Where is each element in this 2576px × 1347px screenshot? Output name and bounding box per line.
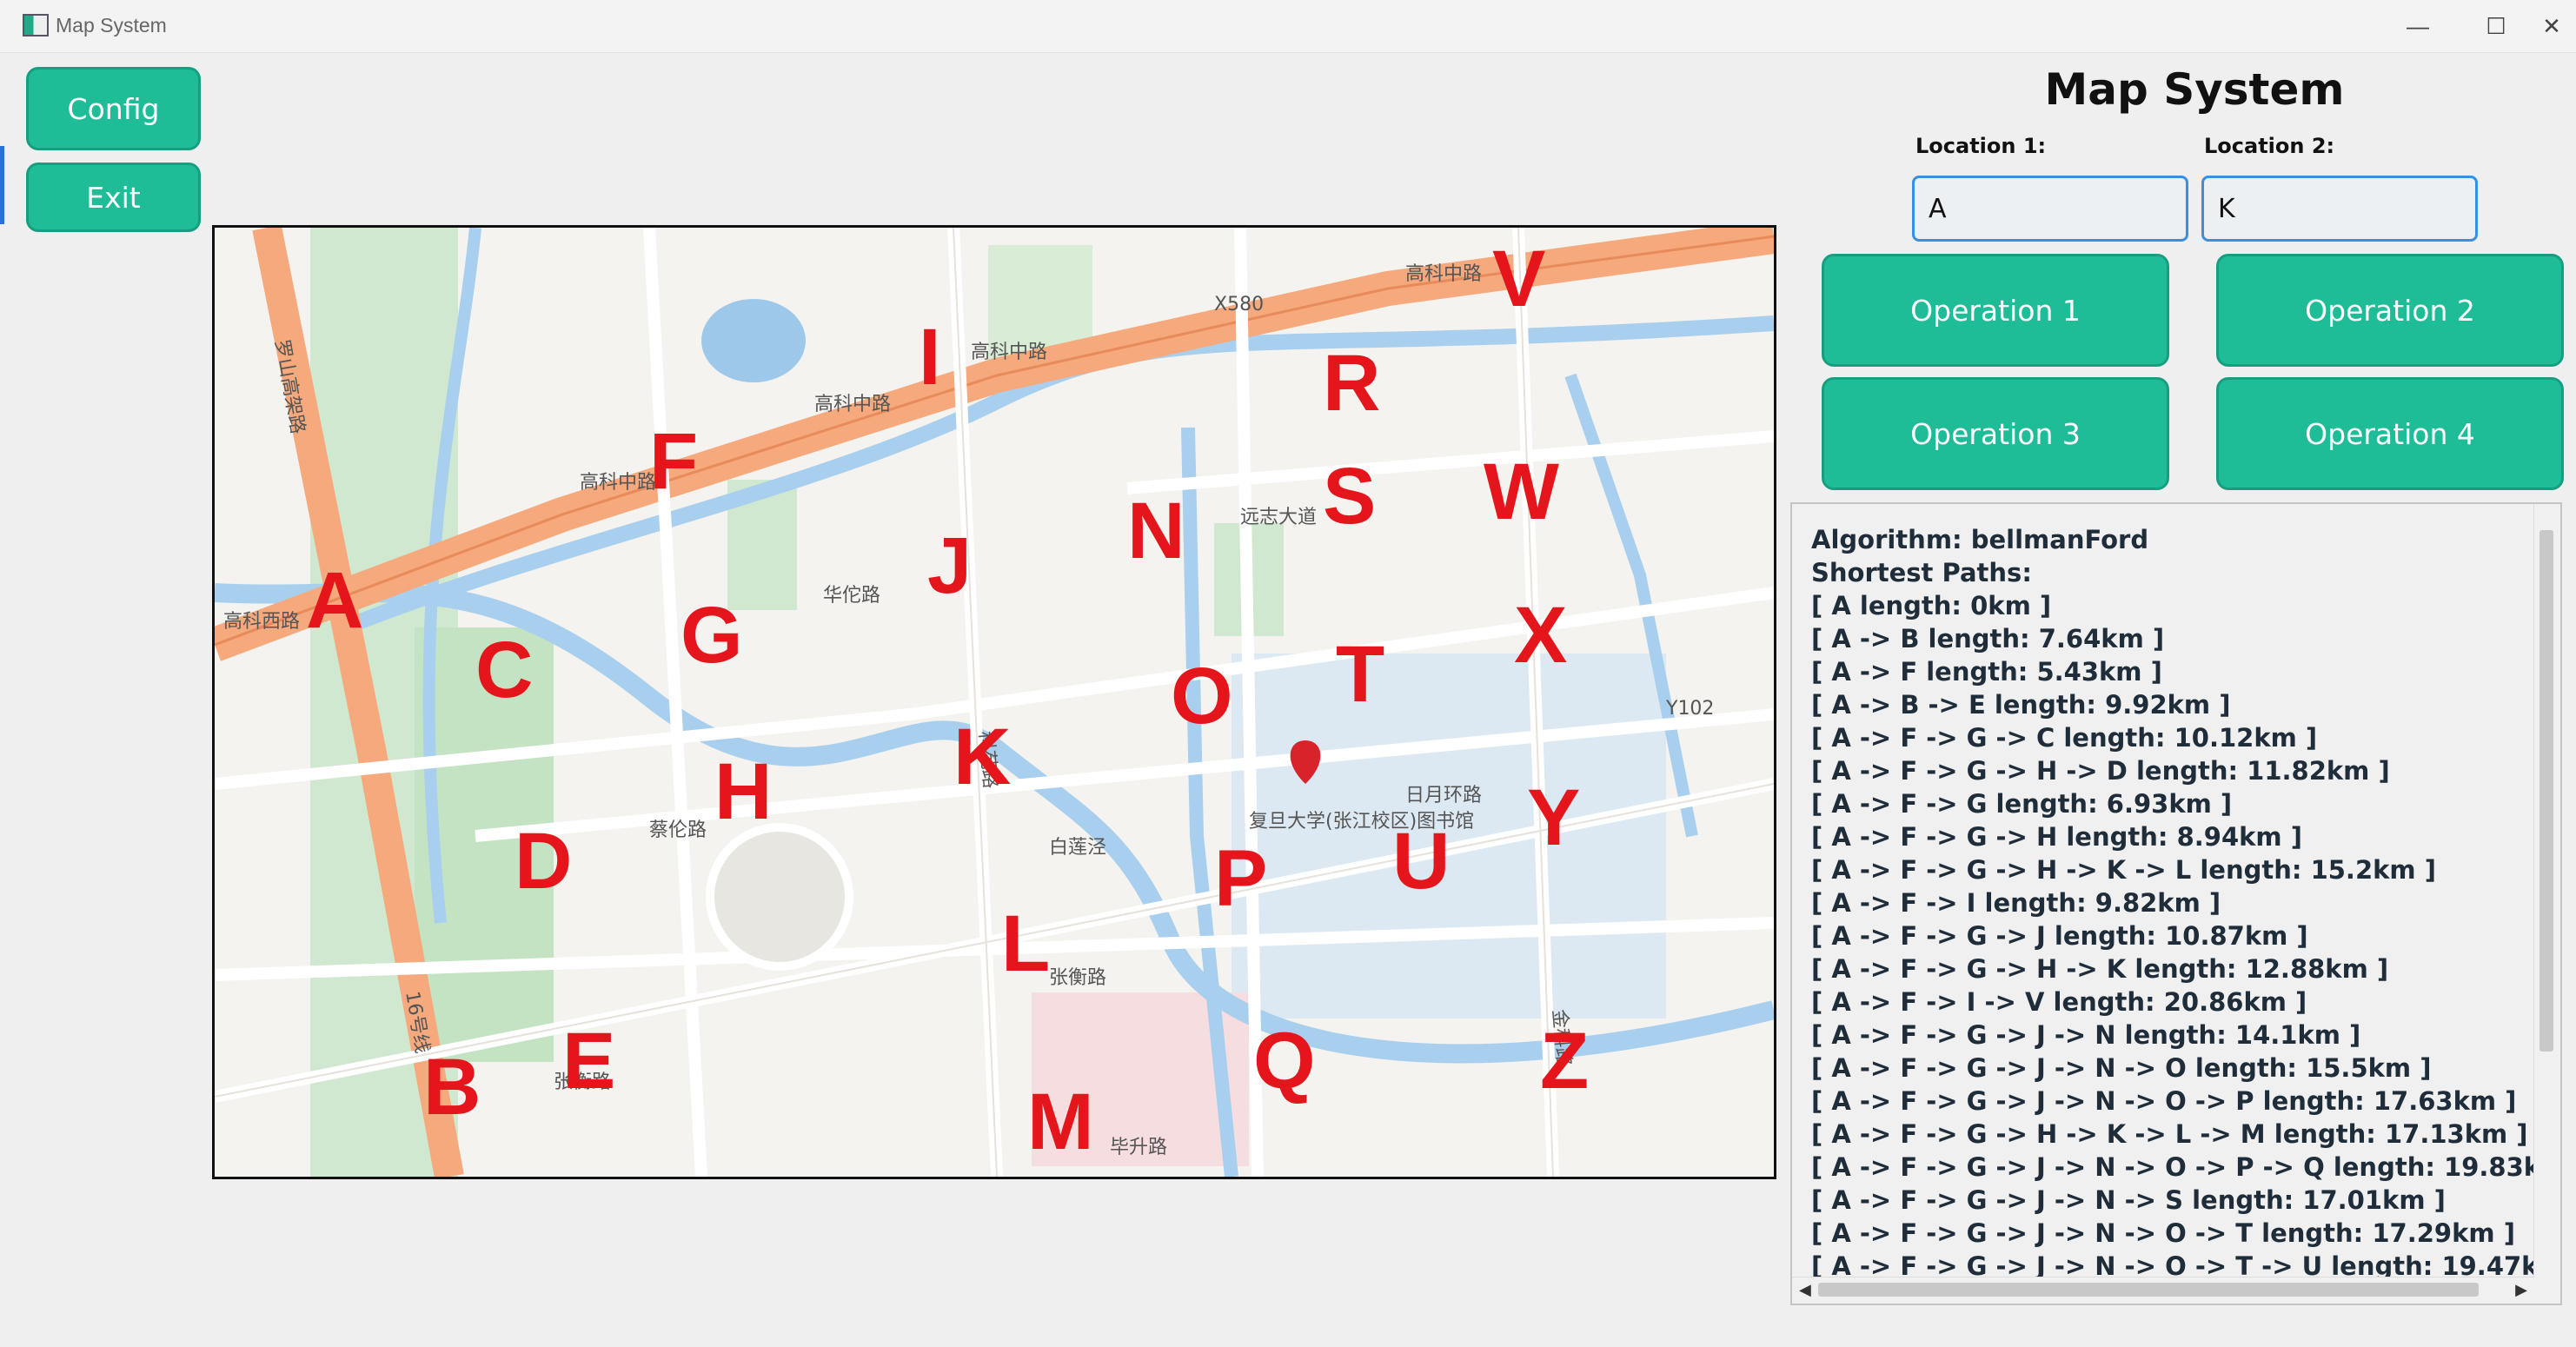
node-label-h: H — [714, 747, 772, 836]
output-line: [ A -> F -> G -> J -> N -> O length: 15.… — [1811, 1053, 2432, 1083]
scroll-left-icon[interactable]: ◀ — [1799, 1281, 1811, 1299]
output-line: [ A -> F -> I -> V length: 20.86km ] — [1811, 987, 2307, 1017]
output-line: [ A -> F -> G -> J -> N -> O -> T length… — [1811, 1218, 2515, 1248]
road-label: 毕升路 — [1110, 1137, 1167, 1158]
output-line: [ A -> F -> G -> H -> K -> L length: 15.… — [1811, 855, 2436, 885]
node-label-n: N — [1127, 487, 1185, 575]
node-label-c: C — [475, 626, 533, 714]
output-line: [ A -> F -> G -> H -> D length: 11.82km … — [1811, 756, 2390, 786]
node-label-w: W — [1484, 448, 1559, 536]
output-line: [ A -> F -> G -> J -> N -> S length: 17.… — [1811, 1185, 2446, 1215]
node-label-i: I — [919, 313, 941, 401]
horizontal-scrollbar[interactable]: ◀ ▶ — [1792, 1277, 2534, 1304]
output-line: [ A -> F -> G length: 6.93km ] — [1811, 789, 2233, 819]
page-title: Map System — [2044, 64, 2345, 115]
road-label: 张衡路 — [1049, 967, 1106, 989]
node-label-m: M — [1027, 1078, 1094, 1166]
node-label-o: O — [1171, 652, 1233, 740]
output-line: [ A -> F -> G -> J length: 10.87km ] — [1811, 921, 2308, 951]
output-panel[interactable]: Algorithm: bellmanFord Shortest Paths: [ A… — [1790, 502, 2562, 1305]
exit-button[interactable]: Exit — [26, 163, 201, 232]
operation-1-button[interactable]: Operation 1 — [1822, 254, 2169, 367]
node-label-q: Q — [1253, 1017, 1316, 1105]
location1-label: Location 1: — [1915, 134, 2047, 158]
location2-label: Location 2: — [2204, 134, 2335, 158]
node-label-l: L — [1001, 899, 1050, 988]
output-line: [ A -> F -> G -> J -> N -> O -> P length… — [1811, 1086, 2517, 1116]
road-label: 白莲泾 — [1049, 837, 1106, 859]
road-label: 远志大道 — [1240, 507, 1317, 528]
node-label-x: X — [1514, 591, 1567, 680]
road-label: 蔡伦路 — [649, 819, 707, 841]
node-label-a: A — [306, 556, 363, 645]
output-line: Algorithm: bellmanFord — [1811, 525, 2149, 554]
minimize-icon[interactable]: — — [2392, 7, 2444, 45]
node-label-j: J — [927, 521, 972, 610]
window-title: Map System — [56, 14, 167, 36]
focus-accent — [0, 146, 4, 224]
app-icon — [23, 14, 49, 36]
node-label-z: Z — [1540, 1017, 1589, 1105]
title-bar: Map System — ☐ ✕ — [0, 0, 2576, 53]
node-label-p: P — [1214, 834, 1267, 923]
road-label: 日月环路 — [1405, 785, 1482, 806]
output-line: Shortest Paths: — [1811, 558, 2032, 587]
maximize-icon[interactable]: ☐ — [2470, 7, 2522, 45]
road-label: 高科中路 — [971, 342, 1047, 363]
output-line: [ A length: 0km ] — [1811, 591, 2052, 620]
output-line: [ A -> F -> G -> H -> K length: 12.88km … — [1811, 954, 2389, 984]
config-button[interactable]: Config — [26, 67, 201, 150]
node-label-k: K — [953, 713, 1011, 801]
node-label-e: E — [562, 1017, 615, 1105]
output-line: [ A -> F -> I length: 9.82km ] — [1811, 888, 2221, 918]
scroll-thumb[interactable] — [2539, 530, 2553, 1052]
output-line: [ A -> B length: 7.64km ] — [1811, 624, 2165, 654]
road-label: 华佗路 — [823, 585, 880, 607]
operation-2-button[interactable]: Operation 2 — [2216, 254, 2564, 367]
output-line: [ A -> F -> G -> H length: 8.94km ] — [1811, 822, 2302, 852]
node-label-u: U — [1392, 817, 1450, 906]
operation-4-button[interactable]: Operation 4 — [2216, 377, 2564, 490]
output-text: Algorithm: bellmanFord Shortest Paths: [ A… — [1811, 523, 2562, 1283]
node-label-b: B — [423, 1043, 481, 1131]
map-canvas: 高科中路 高科中路 高科中路 高科中路 高科西路 罗山高架路 16号线 科苑路 … — [215, 228, 1774, 1177]
node-label-t: T — [1336, 630, 1384, 719]
output-line: [ A -> F -> G -> H -> K -> L -> M length… — [1811, 1119, 2528, 1149]
output-line: [ A -> B -> E length: 9.92km ] — [1811, 690, 2231, 720]
node-label-v: V — [1492, 235, 1545, 323]
node-label-f: F — [649, 417, 698, 506]
vertical-scrollbar[interactable] — [2533, 504, 2560, 1277]
road-label: 高科西路 — [223, 611, 300, 633]
output-line: [ A -> F -> G -> C length: 10.12km ] — [1811, 723, 2318, 753]
road-label: Y102 — [1665, 698, 1714, 720]
location2-input[interactable] — [2201, 176, 2478, 242]
output-line: [ A -> F -> G -> J -> N length: 14.1km ] — [1811, 1020, 2361, 1050]
map-view[interactable]: 高科中路 高科中路 高科中路 高科中路 高科西路 罗山高架路 16号线 科苑路 … — [212, 225, 1776, 1179]
node-label-g: G — [681, 591, 743, 680]
operation-3-button[interactable]: Operation 3 — [1822, 377, 2169, 490]
scroll-thumb[interactable] — [1818, 1283, 2479, 1297]
road-label: 高科中路 — [1405, 263, 1482, 285]
node-label-s: S — [1323, 452, 1376, 541]
output-line: [ A -> F length: 5.43km ] — [1811, 657, 2162, 687]
node-label-d: D — [515, 817, 572, 906]
road-label: X580 — [1214, 294, 1264, 315]
node-label-r: R — [1323, 339, 1380, 428]
road-label: 高科中路 — [814, 394, 891, 415]
location1-input[interactable] — [1912, 176, 2188, 242]
node-label-y: Y — [1527, 773, 1580, 862]
scroll-right-icon[interactable]: ▶ — [2515, 1281, 2527, 1299]
road-label: 高科中路 — [580, 472, 656, 494]
close-icon[interactable]: ✕ — [2526, 7, 2576, 45]
output-line: [ A -> F -> G -> J -> N -> O -> P -> Q l… — [1811, 1152, 2562, 1182]
